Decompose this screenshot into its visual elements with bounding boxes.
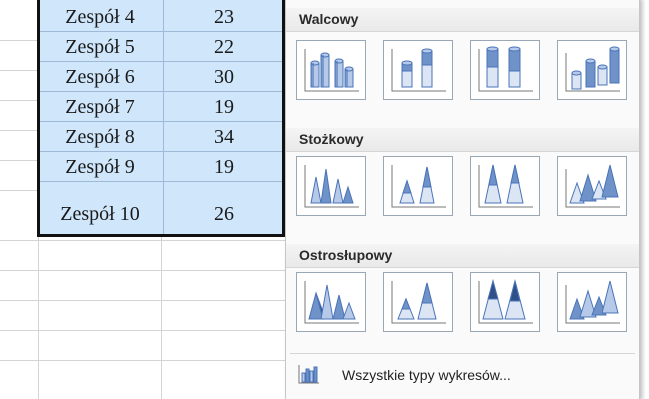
score-cell[interactable]: 19 [164,152,284,182]
all-chart-types-label: Wszystkie typy wykresów... [342,367,511,383]
grid-line [0,270,290,271]
chart-types-icon [298,365,319,384]
grid-line [0,360,290,361]
team-name-cell[interactable]: Zespół 9 [40,152,160,182]
all-chart-types-button[interactable]: Wszystkie typy wykresów... [290,358,630,392]
clustered-cylinder-button[interactable] [296,40,366,100]
stacked-cone-button[interactable] [383,156,453,216]
section-title: Walcowy [299,11,359,27]
score-cell[interactable]: 30 [164,62,284,92]
3d-cylinder-button[interactable] [557,40,627,100]
table-row[interactable]: Zespół 6 30 [40,62,282,92]
100-stacked-pyramid-button[interactable] [470,272,540,332]
3d-cone-icon [565,164,620,208]
selected-range[interactable]: Zespół 4 23 Zespół 5 22 Zespół 6 30 Zesp… [37,0,285,237]
100-stacked-cylinder-icon [478,46,533,92]
100-stacked-cone-button[interactable] [470,156,540,216]
score-cell[interactable]: 34 [164,122,284,152]
clustered-cylinder-icon [304,49,359,92]
divider [290,353,635,354]
table-row[interactable]: Zespół 8 34 [40,122,282,152]
clustered-pyramid-icon [304,281,359,324]
clustered-pyramid-button[interactable] [296,272,366,332]
100-stacked-cone-icon [478,164,533,208]
3d-pyramid-icon [565,280,620,324]
section-header-cylinder: Walcowy [286,8,639,32]
3d-pyramid-button[interactable] [557,272,627,332]
team-name-cell[interactable]: Zespół 10 [40,199,160,229]
team-name-cell[interactable]: Zespół 5 [40,32,160,62]
grid-line [0,330,290,331]
grid-line [0,300,290,301]
section-header-cone: Stożkowy [286,128,639,152]
section-header-pyramid: Ostrosłupowy [286,244,639,268]
3d-cylinder-icon [565,46,620,92]
score-cell[interactable]: 22 [164,32,284,62]
team-name-cell[interactable]: Zespół 6 [40,62,160,92]
clustered-cone-button[interactable] [296,156,366,216]
score-cell[interactable]: 19 [164,92,284,122]
chart-type-gallery: Walcowy Stożkowy Ostrosłupowy Wszystkie … [285,0,646,399]
section-title: Stożkowy [299,131,364,147]
table-row[interactable]: Zespół 9 19 [40,152,282,182]
stacked-pyramid-icon [391,281,446,324]
table-row[interactable]: Zespół 4 23 [40,2,282,32]
section-title: Ostrosłupowy [299,247,393,263]
table-row[interactable]: Zespół 7 19 [40,92,282,122]
score-cell[interactable]: 26 [164,199,284,229]
team-name-cell[interactable]: Zespół 7 [40,92,160,122]
3d-cone-button[interactable] [557,156,627,216]
stacked-cylinder-icon [391,48,446,92]
stacked-pyramid-button[interactable] [383,272,453,332]
grid-line [0,240,290,241]
score-cell[interactable]: 23 [164,2,284,32]
100-stacked-cylinder-button[interactable] [470,40,540,100]
clustered-cone-icon [304,165,359,208]
table-row[interactable]: Zespół 10 26 [40,182,282,232]
stacked-cone-icon [391,165,446,208]
table-row[interactable]: Zespół 5 22 [40,32,282,62]
team-name-cell[interactable]: Zespół 8 [40,122,160,152]
stacked-cylinder-button[interactable] [383,40,453,100]
100-stacked-pyramid-icon [478,279,533,324]
team-name-cell[interactable]: Zespół 4 [40,2,160,32]
